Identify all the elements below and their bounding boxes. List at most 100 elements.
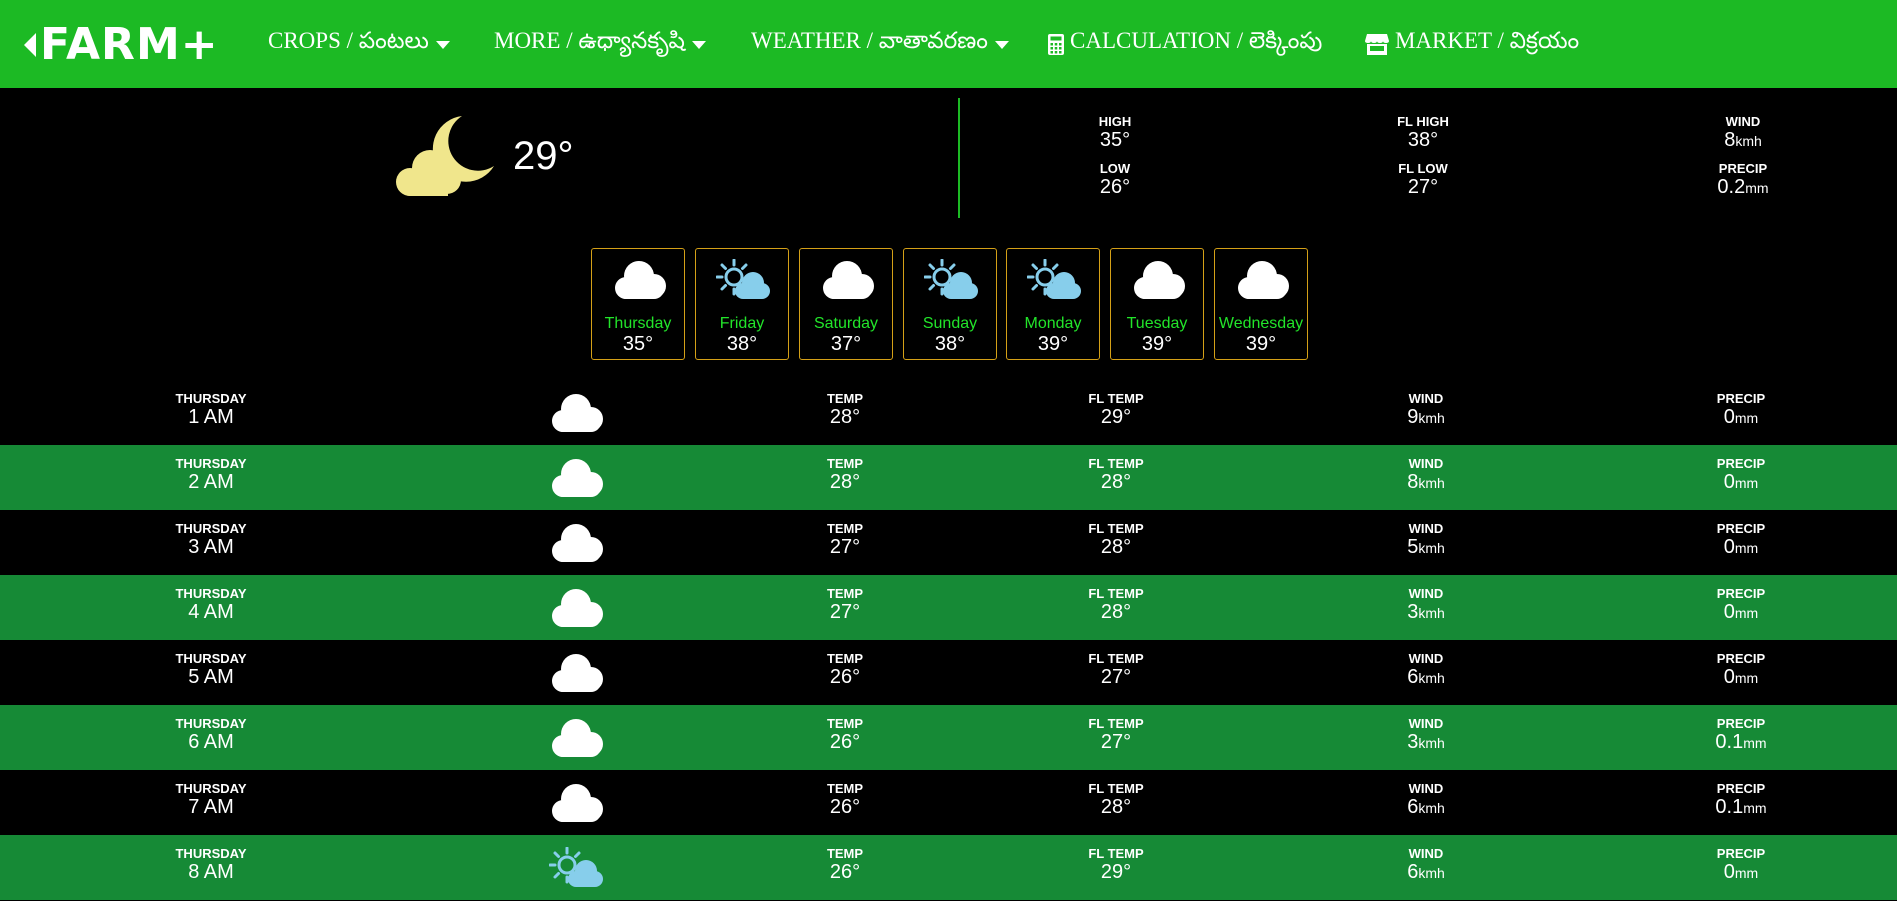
precip-number: 0.2	[1717, 176, 1746, 198]
fl-low-stat: FL LOW 27°	[1353, 162, 1493, 199]
forecast-day-card[interactable]: Friday 38°	[695, 248, 789, 360]
hour-precip-cell: PRECIP 0.1mm	[1641, 782, 1841, 819]
wind-label: WIND	[1408, 846, 1444, 861]
wind-label: WIND	[1725, 114, 1761, 129]
sun-cloud-icon	[548, 846, 603, 889]
temp-label: TEMP	[826, 391, 864, 406]
sun-cloud-icon	[1026, 258, 1081, 307]
wind-label: WIND	[1408, 456, 1444, 471]
hour-wind: 6	[1407, 796, 1419, 818]
wind-value: 8kmh	[1673, 129, 1813, 152]
hour-time: 5 AM	[188, 666, 234, 688]
forecast-day-card[interactable]: Tuesday 39°	[1110, 248, 1204, 360]
hour-temp-cell: TEMP 26°	[745, 716, 945, 754]
precip-unit: mm	[1745, 180, 1769, 196]
hour-day: THURSDAY	[175, 846, 247, 861]
cloud-icon	[820, 259, 874, 307]
precip-unit: mm	[1734, 475, 1759, 491]
hour-fl-temp: 29°	[1100, 406, 1132, 428]
precip-unit: mm	[1734, 410, 1759, 426]
wind-label: WIND	[1408, 781, 1444, 796]
high-stat: HIGH 35°	[1045, 114, 1185, 152]
hour-wind-cell: WIND 3kmh	[1326, 717, 1526, 754]
hour-temp: 27°	[829, 536, 861, 558]
caret-down-icon	[435, 41, 450, 49]
hourly-row: THURSDAY 3 AM TEMP 27° FL TEMP 28° WIND 5kmh PRE…	[0, 510, 1897, 575]
nav-weather[interactable]: WEATHER / వాతావరణం	[751, 28, 1009, 58]
wind-unit: kmh	[1418, 800, 1445, 816]
forecast-day-card[interactable]: Saturday 37°	[799, 248, 893, 360]
precip-label: PRECIP	[1716, 651, 1766, 666]
temp-label: TEMP	[826, 521, 864, 536]
hour-wind-cell: WIND 6kmh	[1326, 847, 1526, 884]
precip-label: PRECIP	[1716, 846, 1766, 861]
nav-crops[interactable]: CROPS / పంటలు	[268, 28, 450, 58]
temp-label: TEMP	[826, 586, 864, 601]
hour-fl-temp-cell: FL TEMP 29°	[1016, 392, 1216, 429]
hourly-row: THURSDAY 7 AM TEMP 26° FL TEMP 28° WIND 6kmh PRE…	[0, 770, 1897, 835]
hour-fl-temp-cell: FL TEMP 29°	[1016, 847, 1216, 884]
forecast-day-name: Tuesday	[1126, 315, 1188, 332]
forecast-day-card[interactable]: Wednesday 39°	[1214, 248, 1308, 360]
fl-temp-label: FL TEMP	[1088, 521, 1144, 536]
forecast-day-card[interactable]: Thursday 35°	[591, 248, 685, 360]
cloud-icon	[549, 587, 603, 629]
forecast-day-temp: 38°	[934, 333, 966, 355]
precip-label: PRECIP	[1716, 391, 1766, 406]
hourly-forecast: THURSDAY 1 AM TEMP 28° FL TEMP 29° WIND 9kmh PRE…	[0, 380, 1897, 900]
hourly-row: THURSDAY 6 AM TEMP 26° FL TEMP 27° WIND 3kmh PRE…	[0, 705, 1897, 770]
nav-more[interactable]: MORE / ఉధ్యానకృషి	[494, 28, 706, 58]
nav-market[interactable]: MARKET / విక్రయం	[1365, 28, 1579, 58]
temp-label: TEMP	[826, 716, 864, 731]
hour-time-cell: THURSDAY 8 AM	[111, 846, 311, 884]
high-label: HIGH	[1098, 114, 1132, 129]
precip-label: PRECIP	[1716, 586, 1766, 601]
calculator-icon	[1048, 33, 1064, 55]
hourly-row: THURSDAY 2 AM TEMP 28° FL TEMP 28° WIND 8kmh PRE…	[0, 445, 1897, 510]
hour-wind: 9	[1407, 406, 1419, 428]
forecast-day-name: Saturday	[813, 315, 879, 332]
hour-wind: 6	[1407, 666, 1419, 688]
hour-temp: 27°	[829, 601, 861, 623]
nav-calculation[interactable]: CALCULATION / లెక్కింపు	[1048, 28, 1322, 58]
hour-time: 6 AM	[188, 731, 234, 753]
cloud-icon	[1131, 259, 1185, 307]
current-temp: 29°	[513, 134, 574, 178]
hour-fl-temp: 27°	[1100, 731, 1132, 753]
hour-temp: 26°	[829, 731, 861, 753]
wind-label: WIND	[1408, 521, 1444, 536]
nav-more-label: MORE / ఉధ్యానకృషి	[494, 28, 685, 53]
logo[interactable]: FARM+	[24, 22, 219, 68]
wind-unit: kmh	[1735, 133, 1762, 149]
hourly-row: THURSDAY 5 AM TEMP 26° FL TEMP 27° WIND 6kmh PRE…	[0, 640, 1897, 705]
precip-unit: mm	[1734, 865, 1759, 881]
forecast-day-temp: 39°	[1141, 333, 1173, 355]
hour-temp-cell: TEMP 27°	[745, 586, 945, 624]
fl-temp-label: FL TEMP	[1088, 781, 1144, 796]
forecast-day-card[interactable]: Monday 39°	[1006, 248, 1100, 360]
hour-wind-cell: WIND 3kmh	[1326, 587, 1526, 624]
fl-high-value: 38°	[1407, 129, 1439, 151]
hour-fl-temp: 29°	[1100, 861, 1132, 883]
hour-time-cell: THURSDAY 5 AM	[111, 652, 311, 689]
cloud-icon	[612, 259, 666, 307]
hour-fl-temp-cell: FL TEMP 28°	[1016, 587, 1216, 624]
hour-temp: 28°	[829, 471, 861, 493]
low-label: LOW	[1099, 161, 1131, 176]
hour-fl-temp: 28°	[1100, 601, 1132, 623]
hour-wind-cell: WIND 9kmh	[1326, 392, 1526, 429]
hourly-row: THURSDAY 4 AM TEMP 27° FL TEMP 28° WIND 3kmh PRE…	[0, 575, 1897, 640]
forecast-day-name: Wednesday	[1218, 315, 1304, 332]
hour-fl-temp-cell: FL TEMP 28°	[1016, 781, 1216, 819]
hour-fl-temp-cell: FL TEMP 27°	[1016, 652, 1216, 689]
hour-day: THURSDAY	[175, 521, 247, 536]
forecast-day-card[interactable]: Sunday 38°	[903, 248, 997, 360]
high-value: 35°	[1099, 129, 1131, 151]
hour-temp: 26°	[829, 666, 861, 688]
hour-temp: 28°	[829, 406, 861, 428]
precip-unit: mm	[1734, 670, 1759, 686]
wind-label: WIND	[1408, 651, 1444, 666]
fl-low-value: 27°	[1407, 176, 1439, 198]
precip-label: PRECIP	[1718, 161, 1768, 176]
hour-temp: 26°	[829, 861, 861, 883]
